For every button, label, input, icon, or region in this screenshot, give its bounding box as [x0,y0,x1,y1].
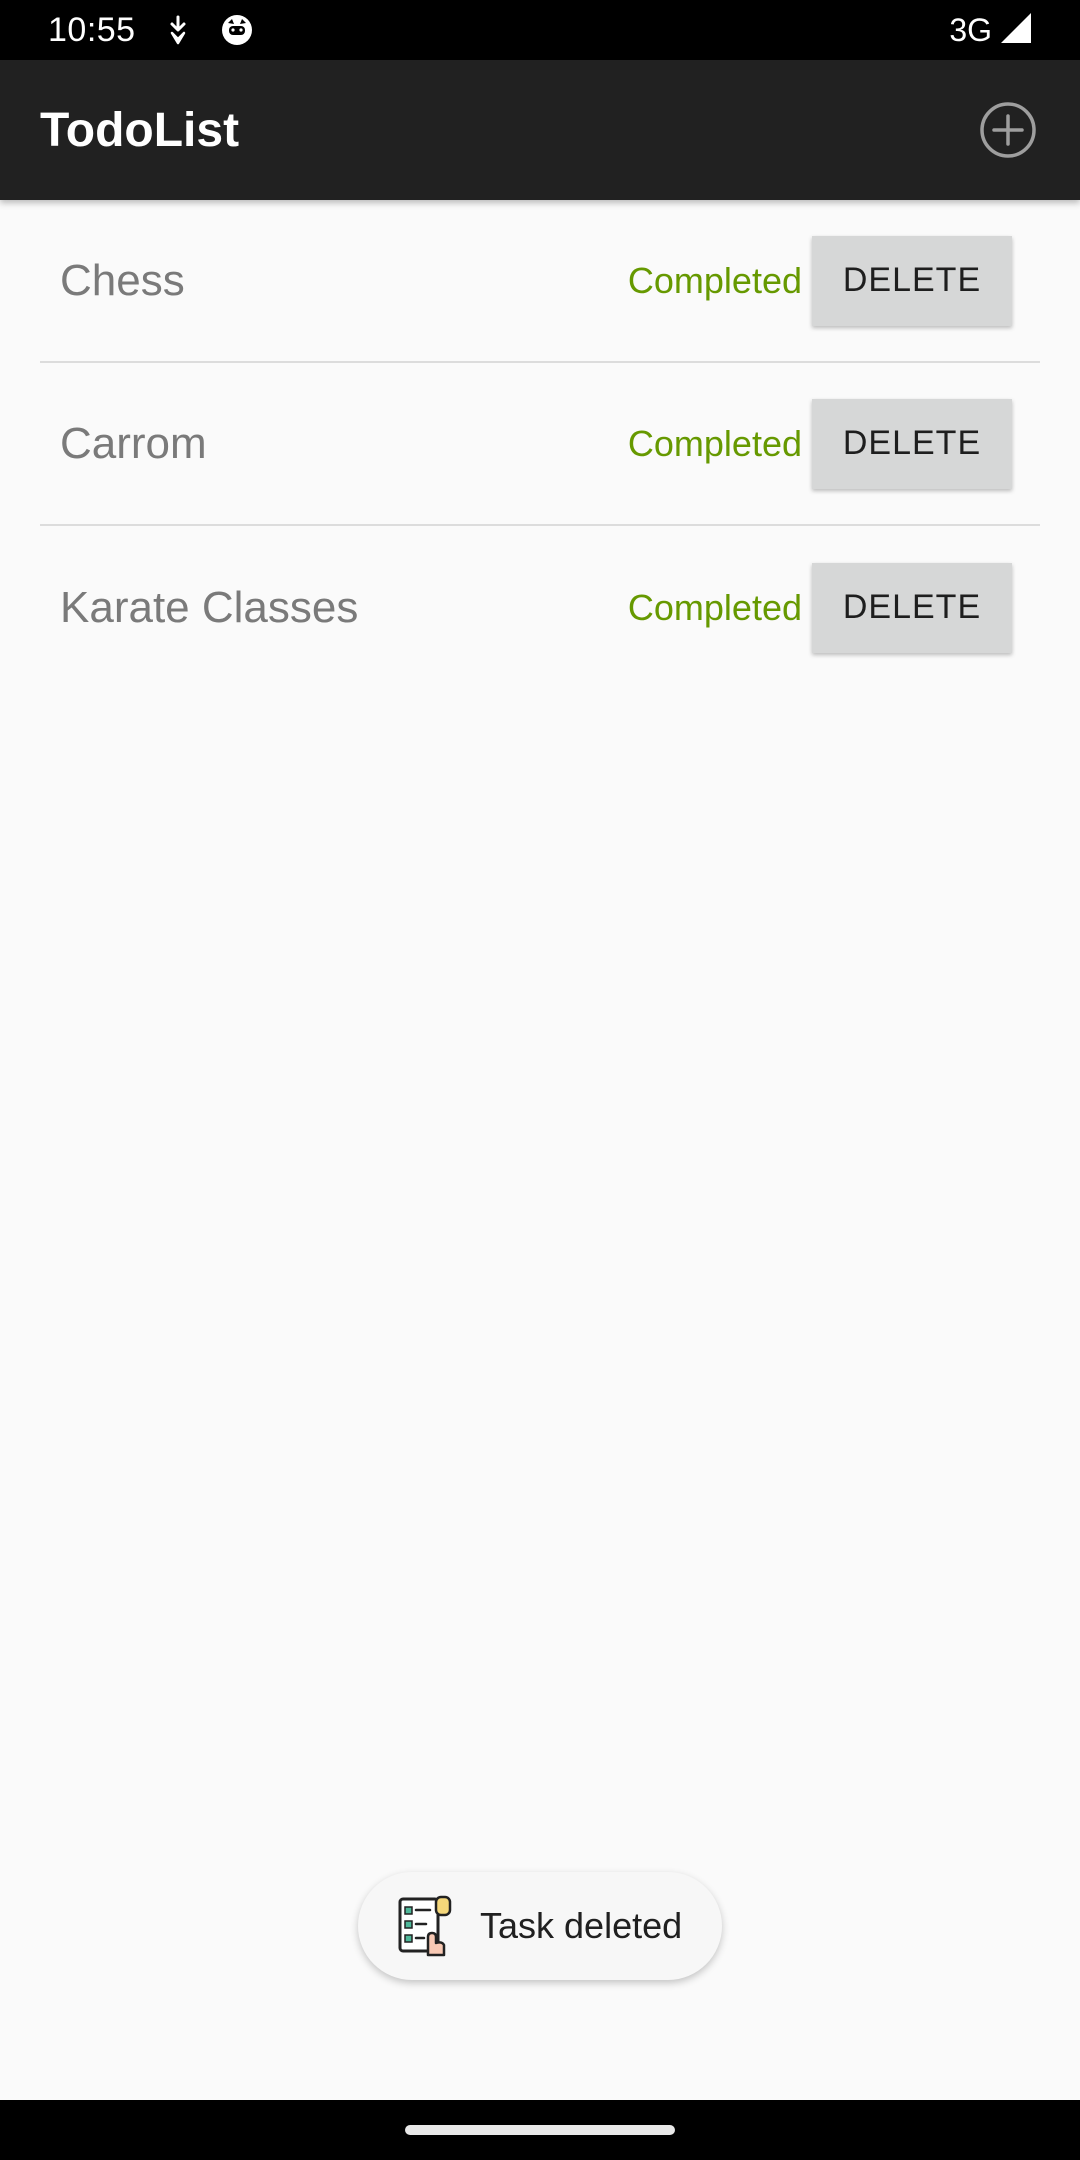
home-handle[interactable] [405,2125,675,2135]
task-item: Karate Classes Completed DELETE [40,526,1040,689]
app-title: TodoList [40,103,240,157]
add-circle-icon [980,102,1036,158]
status-right: 3G [949,12,1032,49]
navigation-bar [0,2100,1080,2160]
task-status: Completed [627,586,802,628]
delete-button[interactable]: DELETE [812,398,1012,489]
app-bar: TodoList [0,60,1080,200]
task-item: Chess Completed DELETE [40,200,1040,363]
delete-button[interactable]: DELETE [812,562,1012,653]
task-status: Completed [627,259,802,301]
signal-icon [1000,12,1032,49]
download-notification-icon [166,15,190,45]
toast: Task deleted [358,1872,722,1980]
network-label: 3G [949,11,992,48]
task-name: Karate Classes [60,582,359,632]
task-name: Carrom [60,418,207,468]
task-list: Chess Completed DELETE Carrom Completed … [40,200,1040,689]
cat-face-notification-icon [220,13,254,47]
task-status: Completed [627,422,802,464]
screen: 10:55 3G TodoList Chess Completed DELETE… [0,0,1080,2160]
toast-message: Task deleted [480,1905,683,1946]
add-task-button[interactable] [976,98,1040,162]
status-time: 10:55 [48,10,136,49]
status-bar: 10:55 3G [0,0,1080,60]
task-item: Carrom Completed DELETE [40,363,1040,526]
checklist-app-icon [396,1895,454,1957]
task-name: Chess [60,255,185,305]
delete-button[interactable]: DELETE [812,235,1012,326]
